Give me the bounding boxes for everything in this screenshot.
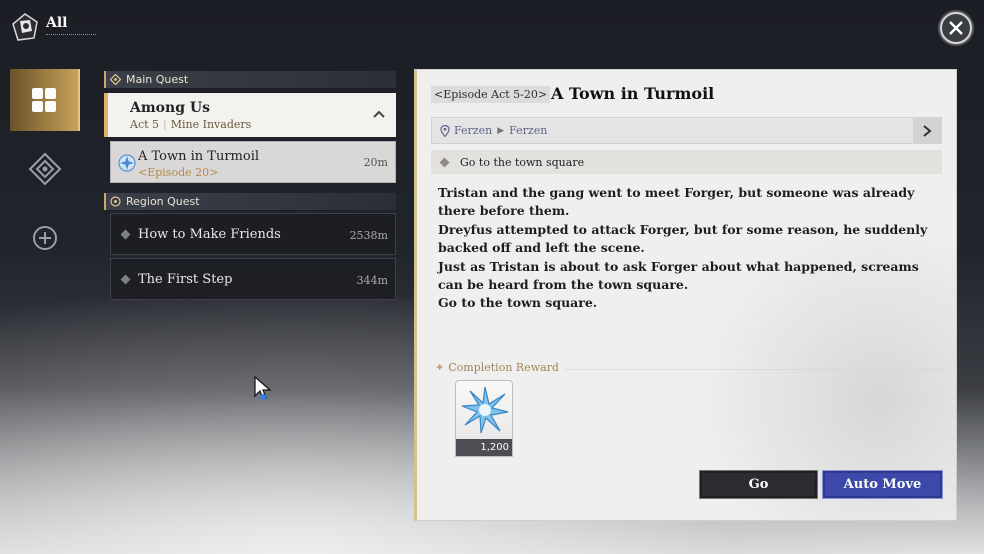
title-underline xyxy=(46,34,96,36)
star-crystal-icon xyxy=(461,386,509,434)
description-paragraph: Dreyfus attempted to attack Forger, but … xyxy=(438,221,928,256)
quest-item[interactable]: How to Make Friends 2538m xyxy=(110,213,396,255)
detail-title: A Town in Turmoil xyxy=(551,84,715,103)
episode-tag: <Episode Act 5-20> xyxy=(431,86,551,103)
header: All xyxy=(10,12,96,42)
reward-item[interactable]: 1,200 xyxy=(455,380,513,457)
diamond-marker-icon xyxy=(120,274,131,285)
sparkle-icon: ✦ xyxy=(435,361,445,374)
quest-title: A Town in Turmoil xyxy=(138,149,260,164)
location-bar[interactable]: Ferzen ▶ Ferzen xyxy=(431,117,942,144)
caret-right-icon: ▶ xyxy=(497,125,505,136)
quest-distance: 344m xyxy=(356,274,388,287)
go-button[interactable]: Go xyxy=(699,470,818,499)
quest-distance: 2538m xyxy=(349,229,388,242)
grid-icon xyxy=(32,88,56,112)
chevron-right-icon xyxy=(923,124,932,137)
page-title: All xyxy=(46,15,68,31)
quest-book-icon xyxy=(12,13,38,41)
group-title: Among Us xyxy=(130,100,210,116)
chevron-up-icon[interactable] xyxy=(372,107,386,121)
main-quest-icon xyxy=(28,152,62,186)
rail-tab-region-quest[interactable] xyxy=(10,207,80,269)
location-from: Ferzen xyxy=(454,124,493,137)
main-quest-header-label: Main Quest xyxy=(126,73,189,86)
region-quest-header: Region Quest xyxy=(104,193,396,210)
quest-title: The First Step xyxy=(138,272,233,287)
quest-title: How to Make Friends xyxy=(138,227,281,242)
objective-bar: Go to the town square xyxy=(431,150,942,174)
diamond-marker-icon xyxy=(120,229,131,240)
description-paragraph: Go to the town square. xyxy=(438,295,598,311)
quest-description: Tristan and the gang went to meet Forger… xyxy=(438,184,928,313)
auto-move-button[interactable]: Auto Move xyxy=(822,470,943,499)
main-quest-header: Main Quest xyxy=(104,71,396,88)
quest-detail-panel: <Episode Act 5-20> A Town in Turmoil Fer… xyxy=(414,69,957,521)
quest-group-among-us[interactable]: Among Us Act 5 | Mine Invaders xyxy=(104,93,396,137)
reward-header-label: Completion Reward xyxy=(448,361,559,374)
close-icon xyxy=(949,21,963,35)
tracking-icon xyxy=(118,154,136,172)
description-paragraph: Tristan and the gang went to meet Forger… xyxy=(438,185,915,219)
main-quest-small-icon xyxy=(110,74,121,85)
rail-tab-main-quest[interactable] xyxy=(10,138,80,200)
region-quest-icon xyxy=(33,226,57,250)
reward-amount: 1,200 xyxy=(456,439,512,456)
region-quest-header-label: Region Quest xyxy=(126,195,200,208)
group-act: Act 5 xyxy=(130,118,160,131)
objective-text: Go to the town square xyxy=(460,155,585,169)
map-pin-icon xyxy=(440,124,450,137)
region-quest-small-icon xyxy=(110,196,121,207)
quest-episode: <Episode 20> xyxy=(138,166,219,179)
group-subtitle: Act 5 | Mine Invaders xyxy=(130,118,251,131)
quest-item[interactable]: The First Step 344m xyxy=(110,258,396,300)
reward-divider xyxy=(565,369,943,370)
group-chapter: Mine Invaders xyxy=(170,118,252,131)
group-separator: | xyxy=(163,118,167,131)
reward-header: ✦ Completion Reward xyxy=(435,361,559,374)
location-go-button[interactable] xyxy=(913,118,941,143)
quest-distance: 20m xyxy=(363,156,388,169)
mouse-cursor-icon xyxy=(254,376,272,400)
quest-item-active[interactable]: A Town in Turmoil <Episode 20> 20m xyxy=(110,141,396,183)
close-button[interactable] xyxy=(940,12,972,44)
diamond-marker-icon xyxy=(439,157,450,167)
location-to: Ferzen xyxy=(509,124,548,137)
rail-tab-all[interactable] xyxy=(10,69,80,131)
description-paragraph: Just as Tristan is about to ask Forger a… xyxy=(438,258,919,293)
